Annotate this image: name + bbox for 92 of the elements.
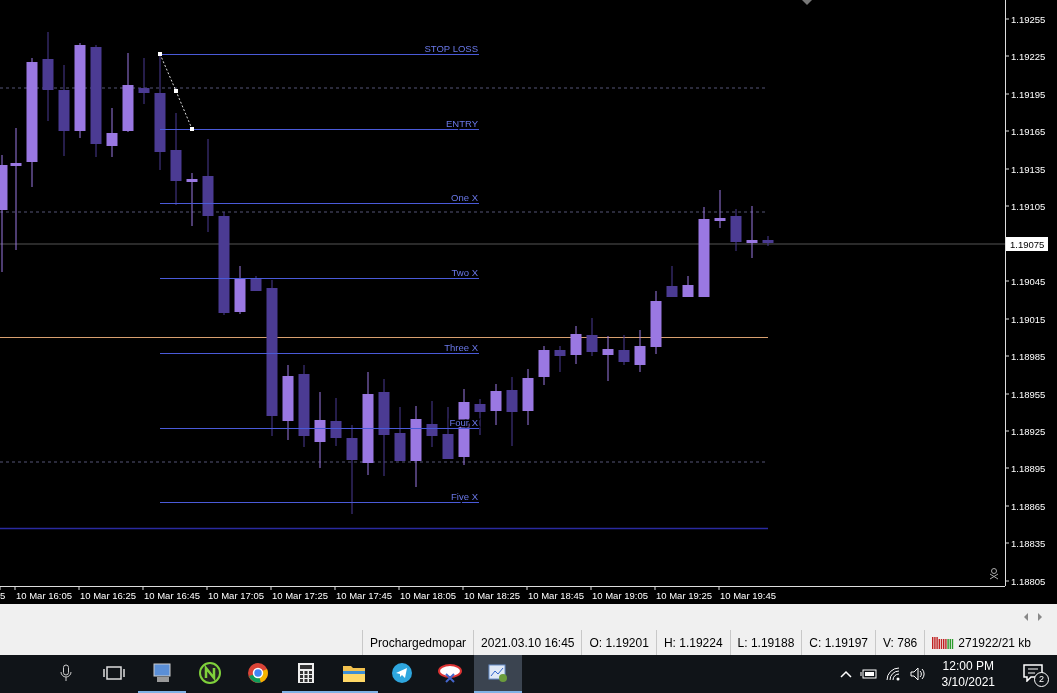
time-label: 10 Mar 17:25 — [272, 590, 328, 601]
price-label: 1.19045 — [1011, 275, 1046, 287]
task-view-icon — [103, 665, 125, 681]
time-label: 10 Mar 16:25 — [80, 590, 136, 601]
candle — [234, 265, 246, 315]
candle — [394, 406, 406, 462]
chevron-up-icon — [839, 670, 852, 678]
app-icon — [438, 662, 462, 684]
memory-text: 271922/21 kb — [958, 635, 1031, 650]
candle — [602, 335, 614, 382]
scrollbar[interactable] — [0, 604, 1057, 630]
level-label: Five X — [451, 490, 478, 502]
time-label: 10 Mar 19:05 — [592, 590, 648, 601]
browser-icon — [247, 662, 269, 684]
time-label: 10 Mar 16:05 — [16, 590, 72, 601]
tray-expand-button[interactable] — [839, 670, 852, 678]
time-label: 10 Mar 17:05 — [208, 590, 264, 601]
clock-date: 3/10/2021 — [941, 674, 995, 690]
candle — [186, 172, 198, 227]
level-label: ENTRY — [445, 117, 478, 129]
notification-count: 2 — [1034, 672, 1049, 687]
price-label: 1.19135 — [1011, 163, 1046, 175]
candle — [586, 317, 598, 357]
taskbar-app[interactable] — [474, 655, 522, 693]
clock-time: 12:00 PM — [942, 658, 994, 674]
candle — [666, 265, 678, 298]
speaker-icon — [909, 667, 926, 681]
price-label: 1.19165 — [1011, 125, 1046, 137]
level-label: Two X — [451, 266, 478, 278]
time-label: 10 Mar 19:25 — [656, 590, 712, 601]
time-label: 5 — [0, 590, 6, 601]
skull-icon — [989, 568, 999, 580]
candle — [522, 368, 534, 426]
candle — [714, 189, 726, 229]
time-label: 10 Mar 19:45 — [720, 590, 776, 601]
time-label: 10 Mar 18:05 — [400, 590, 456, 601]
candle — [474, 398, 486, 436]
candle — [570, 325, 582, 365]
notifications-button[interactable]: 2 — [1021, 661, 1047, 687]
message-icon — [1023, 664, 1043, 682]
candle — [650, 290, 662, 355]
candle — [682, 275, 694, 298]
scroll-left-icon[interactable] — [1023, 613, 1029, 621]
candle — [490, 383, 502, 426]
price-label: 1.18895 — [1011, 462, 1046, 474]
price-label: 1.19015 — [1011, 313, 1046, 325]
level-label: One X — [451, 191, 478, 203]
candle — [730, 208, 742, 252]
candle — [250, 275, 262, 292]
candle — [746, 205, 758, 259]
wifi-icon — [885, 667, 902, 681]
level-label: STOP LOSS — [424, 42, 478, 54]
candle — [138, 57, 150, 105]
microphone-icon — [60, 664, 72, 682]
folder-icon — [342, 663, 366, 683]
time-label: 10 Mar 17:45 — [336, 590, 392, 601]
price-label: 1.19225 — [1011, 50, 1046, 62]
trading-app-icon — [487, 662, 509, 684]
price-label: 1.18805 — [1011, 575, 1046, 587]
time-label: 10 Mar 18:45 — [528, 590, 584, 601]
letter-n-icon — [199, 662, 221, 684]
time-label: 10 Mar 16:45 — [144, 590, 200, 601]
price-label: 1.19195 — [1011, 88, 1046, 100]
candle — [106, 107, 118, 158]
candle — [506, 376, 518, 447]
volume-button[interactable] — [909, 667, 926, 681]
price-label: 1.19105 — [1011, 200, 1046, 212]
calculator-icon — [297, 662, 315, 684]
computer-icon — [151, 662, 173, 684]
scroll-right-icon[interactable] — [1037, 613, 1043, 621]
price-label: 1.18955 — [1011, 388, 1046, 400]
battery-icon — [859, 668, 878, 680]
time-label: 10 Mar 18:25 — [464, 590, 520, 601]
price-label: 1.18835 — [1011, 537, 1046, 549]
candle — [762, 235, 774, 247]
current-price-label: 1.19075 — [1006, 237, 1048, 251]
connection-bars-icon — [932, 636, 955, 649]
candle — [634, 329, 646, 373]
marker-icon — [802, 0, 812, 5]
price-label: 1.18925 — [1011, 425, 1046, 437]
price-label: 1.18985 — [1011, 350, 1046, 362]
candle — [330, 397, 342, 447]
candle — [538, 345, 550, 386]
price-label: 1.18865 — [1011, 500, 1046, 512]
price-label: 1.19255 — [1011, 13, 1046, 25]
wifi-button[interactable] — [885, 667, 902, 681]
level-label: Three X — [444, 341, 478, 353]
candle — [554, 345, 566, 373]
candle — [426, 400, 438, 448]
candle — [618, 334, 630, 366]
battery-button[interactable] — [859, 668, 878, 680]
paper-plane-icon — [391, 662, 413, 684]
